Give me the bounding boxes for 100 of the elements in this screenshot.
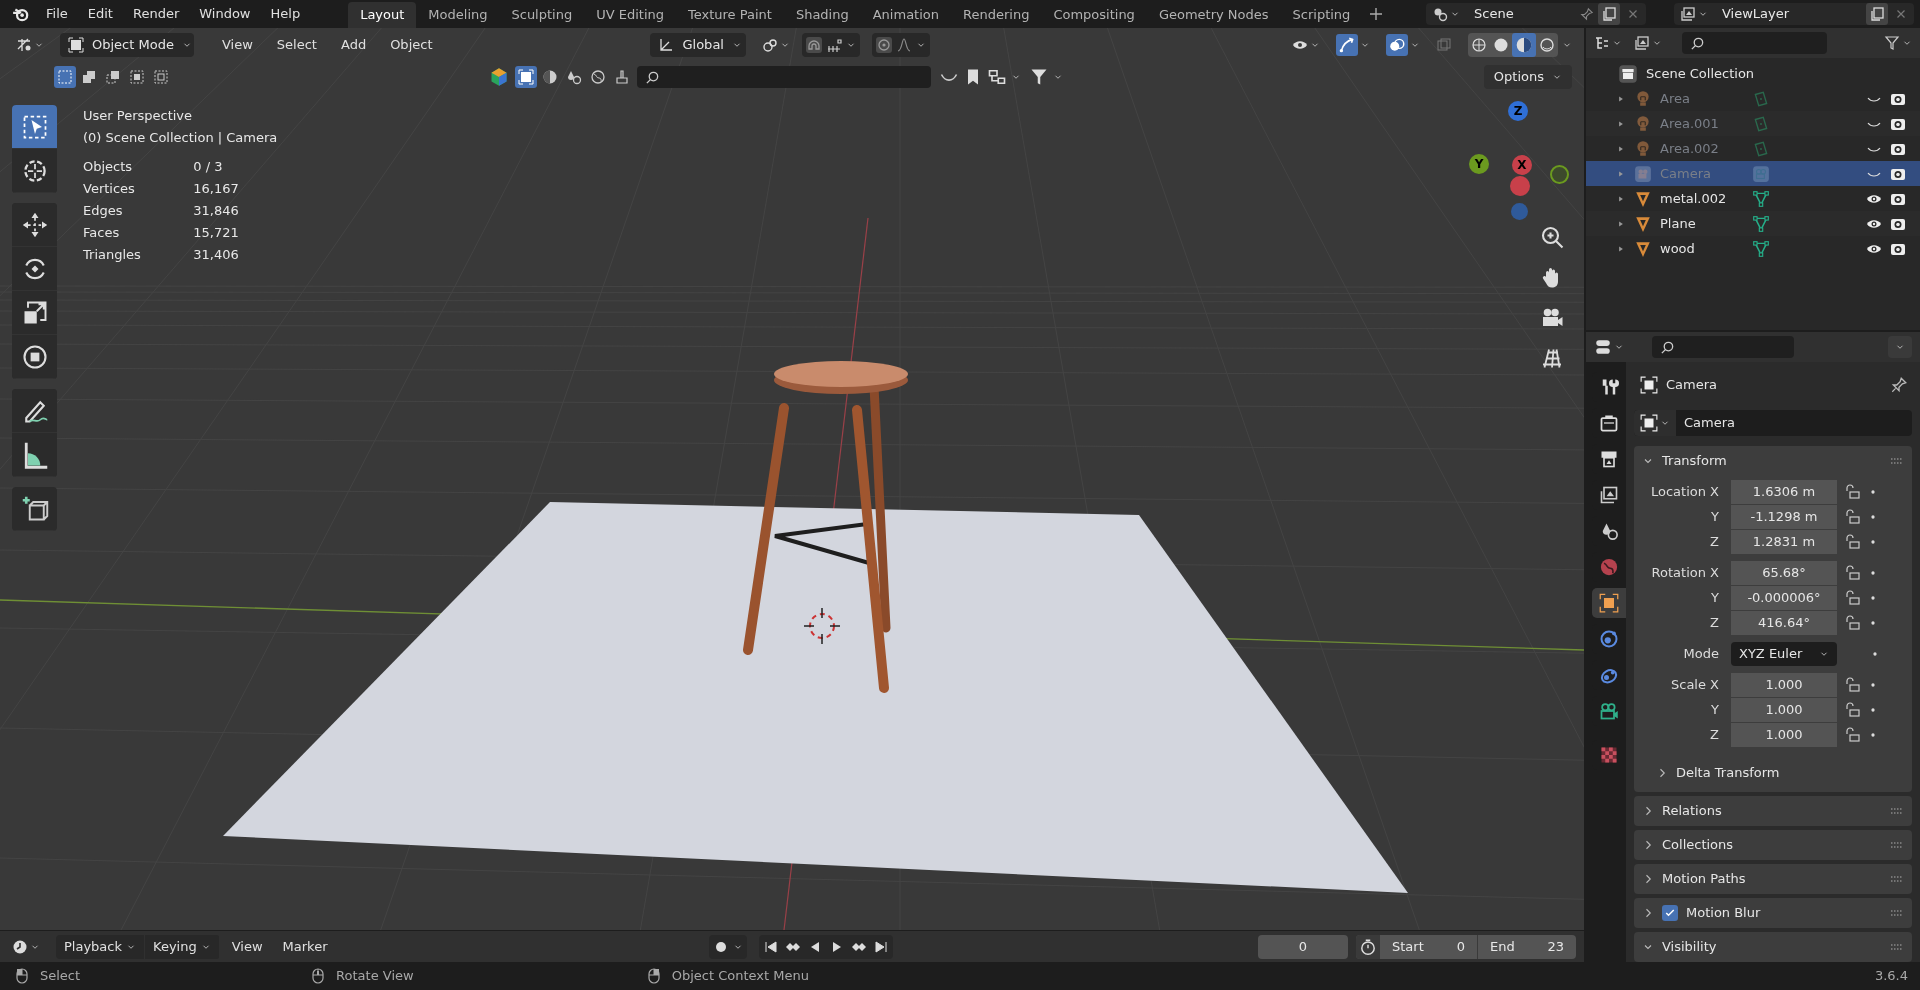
gizmo-toggle-icon[interactable]: [1336, 34, 1358, 56]
pivot-icon[interactable]: [762, 37, 779, 53]
search-field[interactable]: [1682, 32, 1827, 54]
bounds-icon[interactable]: [515, 66, 537, 88]
display-mode-icon[interactable]: [1634, 35, 1650, 51]
magnet-icon[interactable]: [806, 37, 823, 53]
object-name[interactable]: Area.001: [1660, 113, 1744, 134]
value-field[interactable]: -1.1298 m: [1731, 505, 1837, 529]
search-field[interactable]: [637, 66, 931, 88]
editor-type-icon[interactable]: [16, 37, 32, 53]
drag-grip-icon[interactable]: [1890, 457, 1904, 465]
workspace-tab[interactable]: Animation: [860, 2, 951, 28]
menu-item[interactable]: Help: [260, 0, 311, 28]
padlock-icon[interactable]: [1845, 702, 1861, 718]
collection-name[interactable]: Scene Collection: [1646, 63, 1755, 84]
pin-icon[interactable]: [1579, 6, 1594, 22]
menu-item[interactable]: Object: [380, 35, 443, 55]
value-field[interactable]: 65.68°: [1731, 561, 1837, 585]
object-name[interactable]: Plane: [1660, 213, 1744, 234]
drag-grip-icon[interactable]: [1890, 909, 1904, 917]
workspace-tab[interactable]: Compositing: [1041, 2, 1147, 28]
padlock-icon[interactable]: [1845, 534, 1861, 550]
padlock-icon[interactable]: [1845, 615, 1861, 631]
stopwatch-icon[interactable]: [1356, 934, 1380, 959]
drag-grip-icon[interactable]: [1890, 943, 1904, 951]
panel-header[interactable]: Relations: [1634, 796, 1912, 826]
material-shading-icon[interactable]: [1512, 33, 1536, 57]
select-new-icon[interactable]: [54, 66, 76, 88]
value-field[interactable]: 1.000: [1731, 723, 1837, 747]
axis-handle[interactable]: Z: [1508, 101, 1528, 121]
menu-item[interactable]: View: [212, 35, 263, 55]
panel-header[interactable]: Visibility: [1634, 932, 1912, 962]
checkbox[interactable]: [1662, 905, 1678, 921]
menu-item[interactable]: Render: [122, 0, 190, 28]
current-frame-field[interactable]: 0: [1258, 934, 1348, 959]
object-name[interactable]: Area.002: [1660, 138, 1744, 159]
menu-item[interactable]: Select: [266, 35, 327, 55]
search-field[interactable]: [1652, 336, 1794, 358]
drag-grip-icon[interactable]: [1890, 875, 1904, 883]
object-name[interactable]: metal.002: [1660, 188, 1744, 209]
workspace-tab[interactable]: UV Editing: [584, 2, 676, 28]
padlock-icon[interactable]: [1845, 509, 1861, 525]
drag-grip-icon[interactable]: [1890, 807, 1904, 815]
tool-button[interactable]: [12, 105, 57, 149]
menu-item[interactable]: Edit: [77, 0, 123, 28]
value-field[interactable]: 416.64°: [1731, 611, 1837, 635]
value-field[interactable]: 1.2831 m: [1731, 530, 1837, 554]
padlock-icon[interactable]: [1845, 484, 1861, 500]
menu-item[interactable]: View: [223, 936, 271, 957]
panel-header[interactable]: Motion Paths: [1634, 864, 1912, 894]
options-dropdown[interactable]: Options: [1483, 65, 1572, 89]
copy-icon[interactable]: [1598, 3, 1620, 25]
jump-start-icon[interactable]: [763, 938, 780, 955]
snap-increment-icon[interactable]: [826, 37, 843, 53]
workspace-tab[interactable]: Rendering: [951, 2, 1042, 28]
end-frame-field[interactable]: End 23: [1478, 934, 1576, 959]
padlock-icon[interactable]: [1845, 590, 1861, 606]
drag-grip-icon[interactable]: [1890, 841, 1904, 849]
padlock-icon[interactable]: [1845, 677, 1861, 693]
menu-item[interactable]: Add: [330, 35, 377, 55]
workspace-tab[interactable]: Shading: [783, 2, 861, 28]
panel-header[interactable]: Motion Blur: [1634, 898, 1912, 928]
workspace-tab[interactable]: Texture Paint: [676, 2, 784, 28]
falloff-curve-icon[interactable]: [896, 37, 913, 53]
color-cube-icon[interactable]: [489, 67, 509, 87]
object-square-icon[interactable]: [1640, 414, 1658, 432]
object-name[interactable]: Area: [1660, 88, 1744, 109]
rendered-shading-icon[interactable]: [1539, 37, 1555, 53]
pin-icon[interactable]: [1890, 376, 1908, 394]
axis-handle[interactable]: Y: [1469, 154, 1489, 174]
overlay-toggle-icon[interactable]: [1386, 34, 1408, 56]
properties-tab[interactable]: [1592, 588, 1626, 618]
workspace-tab[interactable]: Geometry Nodes: [1146, 2, 1281, 28]
tool-button[interactable]: [12, 389, 57, 433]
axis-handle[interactable]: X: [1512, 155, 1532, 175]
tool-button[interactable]: [12, 203, 57, 247]
workspace-tab[interactable]: Scripting: [1280, 2, 1363, 28]
jump-end-icon[interactable]: [873, 938, 890, 955]
proportional-icon[interactable]: [876, 37, 893, 53]
zoom-icon[interactable]: [1540, 225, 1564, 249]
mode-dropdown[interactable]: XYZ Euler: [1731, 642, 1837, 666]
menu-item[interactable]: Marker: [274, 936, 336, 957]
filter-icon[interactable]: [1029, 67, 1049, 87]
value-field[interactable]: -0.000006°: [1731, 586, 1837, 610]
solid-shading-icon[interactable]: [1493, 37, 1509, 53]
properties-editor-icon[interactable]: [1594, 338, 1612, 356]
filter-icon[interactable]: [1884, 35, 1900, 51]
menu-dropdown[interactable]: Keying: [145, 934, 220, 959]
panel-header[interactable]: Collections: [1634, 830, 1912, 860]
workspace-tab[interactable]: Layout: [348, 2, 417, 28]
panel-header[interactable]: Transform: [1634, 446, 1912, 476]
orientation-dropdown[interactable]: Global: [650, 33, 747, 57]
value-field[interactable]: 1.6306 m: [1731, 480, 1837, 504]
padlock-icon[interactable]: [1845, 727, 1861, 743]
subpanel-header[interactable]: Delta Transform: [1634, 758, 1912, 788]
clock-icon[interactable]: [12, 938, 28, 955]
copy-icon[interactable]: [1866, 3, 1888, 25]
menu-item[interactable]: Window: [189, 0, 261, 28]
mode-dropdown[interactable]: Object Mode: [60, 33, 194, 57]
workspace-tab[interactable]: Modeling: [416, 2, 500, 28]
